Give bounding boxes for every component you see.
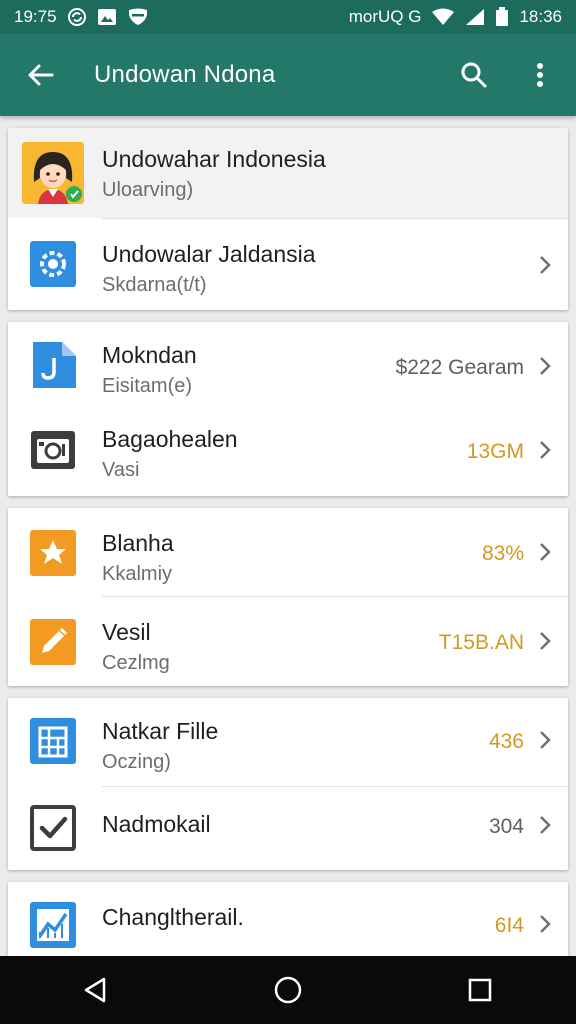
list-item-title: Bagaohealen [102, 426, 238, 452]
list-item-subtitle: Vasi [102, 459, 140, 481]
settings-group-2: Mokndan Eisitam(e) $222 Gearam Bagaoheal… [8, 322, 568, 496]
list-item-title: Undowahar Indonesia [102, 146, 326, 172]
search-icon [461, 62, 487, 88]
list-item[interactable]: Blanha Kkalmiy 83% [8, 508, 568, 596]
chevron-right-icon [538, 542, 552, 562]
signal-icon [465, 8, 485, 26]
sync-icon [67, 7, 87, 27]
list-item-value: $222 Gearam [395, 356, 524, 379]
grid-file-icon [30, 718, 76, 764]
search-button[interactable] [452, 53, 496, 97]
list-item[interactable]: Nadmokail 304 [8, 787, 568, 870]
list-item-text: Nadmokail [102, 811, 418, 838]
list-item-title: Blanha [102, 530, 174, 556]
list-item-title: Vesil [102, 619, 151, 645]
list-item-value: 304 [488, 815, 524, 838]
image-icon [97, 8, 117, 26]
list-item-title: Natkar Fille [102, 718, 219, 744]
list-item[interactable]: Undowahar Indonesia Uloarving) [8, 128, 568, 218]
chevron-right-icon [538, 440, 552, 460]
list-item-text: Vesil Cezlmg [102, 619, 418, 675]
app-bar: Undowan Ndona [0, 34, 576, 116]
back-triangle-icon [84, 977, 106, 1003]
shield-icon [127, 8, 149, 26]
status-bar-left: 19:75 [14, 7, 149, 27]
list-item-text: Undowahar Indonesia Uloarving) [102, 146, 418, 202]
chevron-right-icon [538, 815, 552, 835]
list-item[interactable]: Natkar Fille Oczing) 436 [8, 698, 568, 786]
edit-icon [30, 619, 76, 665]
chart-icon [30, 902, 76, 948]
list-item-subtitle: Skdarna(t/t) [102, 274, 207, 296]
page-title: Undowan Ndona [94, 61, 276, 88]
system-nav-bar [0, 956, 576, 1024]
list-item-subtitle: Uloarving) [102, 179, 194, 201]
status-time-right: 18:36 [519, 7, 562, 26]
list-item-title: Mokndan [102, 342, 197, 368]
list-item-subtitle: Eisitam(e) [102, 375, 193, 397]
chevron-right-icon [538, 631, 552, 651]
star-icon [30, 530, 76, 576]
battery-icon [495, 7, 509, 27]
chevron-right-icon [538, 356, 552, 376]
settings-group-4: Natkar Fille Oczing) 436 Nadmokail 304 [8, 698, 568, 870]
list-item-text: Natkar Fille Oczing) [102, 718, 418, 774]
list-item-title: Undowalar Jaldansia [102, 241, 316, 267]
chevron-right-icon [538, 255, 552, 275]
settings-group-1: Undowahar Indonesia Uloarving) Undowalar… [8, 128, 568, 310]
settings-group-3: Blanha Kkalmiy 83% Vesil Cezlmg T15B.AN [8, 508, 568, 686]
settings-group-5: Changltherail. 6I4 [8, 882, 568, 956]
list-item-value: T15B.AN [438, 631, 524, 654]
list-item[interactable]: Undowalar Jaldansia Skdarna(t/t) [8, 219, 568, 310]
list-item[interactable]: Mokndan Eisitam(e) $222 Gearam [8, 322, 568, 410]
more-vert-icon [537, 63, 543, 87]
status-time-left: 19:75 [14, 7, 57, 26]
chevron-right-icon [538, 730, 552, 750]
settings-gear-icon [30, 241, 76, 287]
file-icon [30, 342, 76, 388]
list-item-text: Mokndan Eisitam(e) [102, 342, 418, 398]
list-item-subtitle: Kkalmiy [102, 563, 173, 585]
list-item-value: 436 [488, 730, 524, 753]
list-item-subtitle: Oczing) [102, 751, 171, 773]
nav-back-button[interactable] [64, 958, 128, 1022]
list-item-value: 83% [481, 542, 524, 565]
camera-icon [30, 426, 76, 472]
back-button[interactable] [20, 55, 60, 95]
list-item-text: Bagaohealen Vasi [102, 426, 418, 482]
status-bar: 19:75 morUQ G 18:36 [0, 0, 576, 34]
status-carrier: morUQ G [348, 7, 422, 26]
list-item-value: 6I4 [494, 914, 524, 937]
list-item[interactable]: Changltherail. 6I4 [8, 882, 568, 956]
list-item[interactable]: Bagaohealen Vasi 13GM [8, 410, 568, 496]
list-item-subtitle: Cezlmg [102, 652, 170, 674]
wifi-icon [431, 8, 455, 26]
avatar-icon [22, 142, 84, 204]
checkbox-icon [30, 805, 76, 851]
list-item[interactable]: Vesil Cezlmg T15B.AN [8, 597, 568, 686]
settings-list: Undowahar Indonesia Uloarving) Undowalar… [0, 116, 576, 956]
list-item-title: Nadmokail [102, 811, 211, 837]
nav-home-button[interactable] [256, 958, 320, 1022]
list-item-title: Changltherail. [102, 904, 244, 930]
list-item-text: Blanha Kkalmiy [102, 530, 418, 586]
more-options-button[interactable] [518, 53, 562, 97]
home-circle-icon [274, 976, 302, 1004]
list-item-text: Undowalar Jaldansia Skdarna(t/t) [102, 241, 418, 297]
recents-square-icon [468, 978, 492, 1002]
list-item-text: Changltherail. [102, 904, 418, 931]
list-item-value: 13GM [466, 440, 524, 463]
nav-recents-button[interactable] [448, 958, 512, 1022]
back-arrow-icon [28, 64, 54, 86]
status-bar-right: morUQ G 18:36 [349, 7, 562, 27]
chevron-right-icon [538, 914, 552, 934]
